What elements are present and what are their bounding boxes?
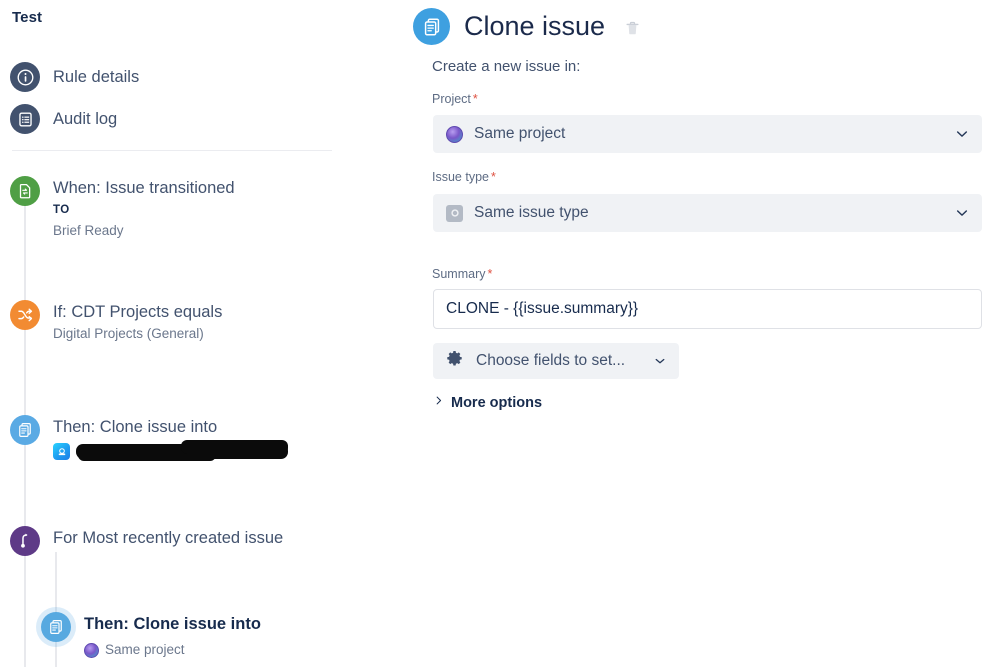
project-avatar-icon [53, 443, 70, 460]
rule-step-title: Then: Clone issue into [53, 418, 218, 436]
rule-step-subtitle-row: Same project [84, 640, 261, 660]
rule-step-subtitle: Same project [105, 642, 185, 657]
chevron-down-icon [954, 205, 970, 221]
summary-input[interactable] [433, 289, 982, 329]
project-label-text: Project [432, 92, 471, 106]
issue-type-icon [446, 204, 463, 222]
rule-step-subtitle: Brief Ready [53, 223, 124, 238]
branch-icon [10, 526, 40, 556]
project-avatar-icon [446, 125, 463, 143]
choose-fields-label: Choose fields to set... [476, 352, 626, 369]
more-options-label: More options [451, 395, 543, 411]
panel-header: Clone issue [413, 8, 643, 45]
rule-step-title: Then: Clone issue into [84, 615, 261, 633]
gear-icon [445, 349, 464, 373]
condition-shuffle-icon [10, 300, 40, 330]
trigger-transition-icon [10, 176, 40, 206]
sidebar-item-label: Audit log [53, 109, 118, 128]
clone-issue-icon [41, 612, 71, 642]
sidebar-divider [12, 150, 332, 151]
action-config-panel: Clone issue Create a new issue in: Proje… [400, 0, 999, 667]
trash-icon[interactable] [621, 17, 643, 39]
choose-fields-button[interactable]: Choose fields to set... [433, 343, 679, 379]
chevron-down-icon [653, 354, 667, 368]
intro-text: Create a new issue in: [432, 58, 581, 75]
project-select[interactable]: Same project [433, 115, 982, 153]
required-marker: * [490, 170, 496, 184]
project-field-label: Project * [432, 92, 478, 106]
redacted-project-name [76, 440, 288, 461]
rule-step-title: When: Issue transitioned [53, 179, 235, 197]
sidebar-item-rule-details[interactable]: Rule details [10, 62, 139, 92]
more-options-toggle[interactable]: More options [433, 394, 542, 412]
info-circle-icon [10, 62, 40, 92]
rule-step-trigger[interactable]: When: Issue transitioned TO Brief Ready [10, 176, 235, 241]
rule-name-title: Test [12, 9, 43, 26]
clone-issue-icon [413, 8, 450, 45]
rule-step-title: For Most recently created issue [53, 529, 284, 547]
automation-rule-editor: Test Rule details Audit log When: Issue … [0, 0, 999, 667]
issue-type-field-label: Issue type * [432, 170, 496, 184]
rule-step-redacted-row [53, 440, 288, 461]
sidebar-item-label: Rule details [53, 67, 140, 86]
timeline-rail-main [24, 200, 26, 532]
rule-step-subtitle: Digital Projects (General) [53, 326, 204, 341]
summary-field-label: Summary * [432, 267, 492, 281]
rule-step-clone-action[interactable]: Then: Clone issue into [10, 415, 288, 461]
project-avatar-icon [84, 642, 99, 658]
summary-label-text: Summary [432, 267, 486, 281]
page-title: Clone issue [464, 11, 606, 41]
issue-type-label-text: Issue type [432, 170, 489, 184]
chevron-right-icon [433, 394, 444, 412]
list-document-icon [10, 104, 40, 134]
issue-type-select[interactable]: Same issue type [433, 194, 982, 232]
issue-type-select-value: Same issue type [474, 204, 589, 221]
rule-step-subtitle-strong: TO [53, 204, 70, 216]
project-select-value: Same project [474, 125, 566, 142]
timeline-rail-main-lower [24, 552, 26, 667]
rule-step-clone-action-nested[interactable]: Then: Clone issue into Same project [41, 612, 261, 660]
rule-sidebar: Test Rule details Audit log When: Issue … [0, 0, 400, 667]
chevron-down-icon [954, 126, 970, 142]
rule-step-title: If: CDT Projects equals [53, 303, 223, 321]
rule-step-branch[interactable]: For Most recently created issue [10, 526, 283, 556]
required-marker: * [487, 267, 493, 281]
sidebar-item-audit-log[interactable]: Audit log [10, 104, 117, 134]
required-marker: * [472, 92, 478, 106]
rule-step-condition[interactable]: If: CDT Projects equals Digital Projects… [10, 300, 222, 344]
clone-issue-icon [10, 415, 40, 445]
